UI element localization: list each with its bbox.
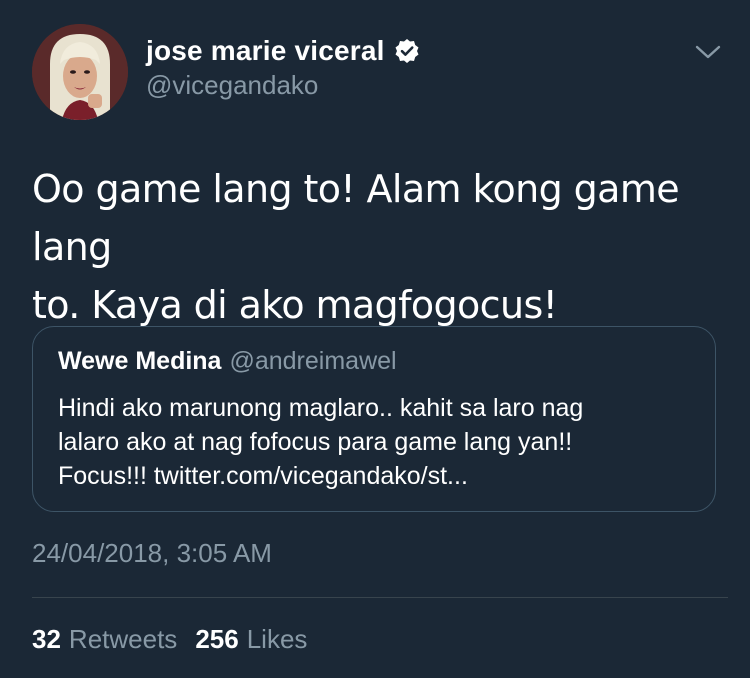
verified-badge-icon (394, 38, 420, 64)
quoted-text-line: lalaro ako at nag fofocus para game lang… (58, 428, 573, 456)
divider (32, 597, 728, 598)
quoted-tweet-text: Hindi ako marunong maglaro.. kahit sa la… (58, 391, 698, 493)
quoted-text-line: Focus!!! twitter.com/vicegandako/st... (58, 462, 468, 490)
quoted-tweet-header: Wewe Medina @andreimawel (58, 347, 397, 376)
likes-stat[interactable]: 256 Likes (195, 624, 307, 655)
quoted-tweet[interactable]: Wewe Medina @andreimawel Hindi ako maruno… (32, 326, 716, 512)
author-name[interactable]: jose marie viceral (146, 35, 385, 67)
chevron-down-icon[interactable] (694, 42, 722, 62)
avatar[interactable] (32, 24, 128, 120)
quoted-text-line: Hindi ako marunong maglaro.. kahit sa la… (58, 394, 584, 422)
author-handle[interactable]: @vicegandako (146, 70, 318, 101)
tweet-text-line: Oo game lang to! Alam kong game lang (32, 167, 680, 269)
author-name-row: jose marie viceral (146, 33, 420, 69)
tweet-stats: 32 Retweets 256 Likes (32, 624, 307, 655)
likes-label: Likes (246, 624, 308, 654)
quoted-author-handle: @andreimawel (229, 347, 397, 375)
retweets-count: 32 (32, 624, 61, 654)
tweet-text: Oo game lang to! Alam kong game lang to.… (32, 160, 722, 334)
quoted-author-name: Wewe Medina (58, 347, 222, 375)
tweet-timestamp[interactable]: 24/04/2018, 3:05 AM (32, 538, 272, 569)
avatar-image (32, 24, 128, 120)
tweet-card: jose marie viceral @vicegandako Oo game … (0, 0, 750, 678)
likes-count: 256 (195, 624, 239, 654)
retweets-label: Retweets (68, 624, 178, 654)
retweets-stat[interactable]: 32 Retweets (32, 624, 177, 655)
